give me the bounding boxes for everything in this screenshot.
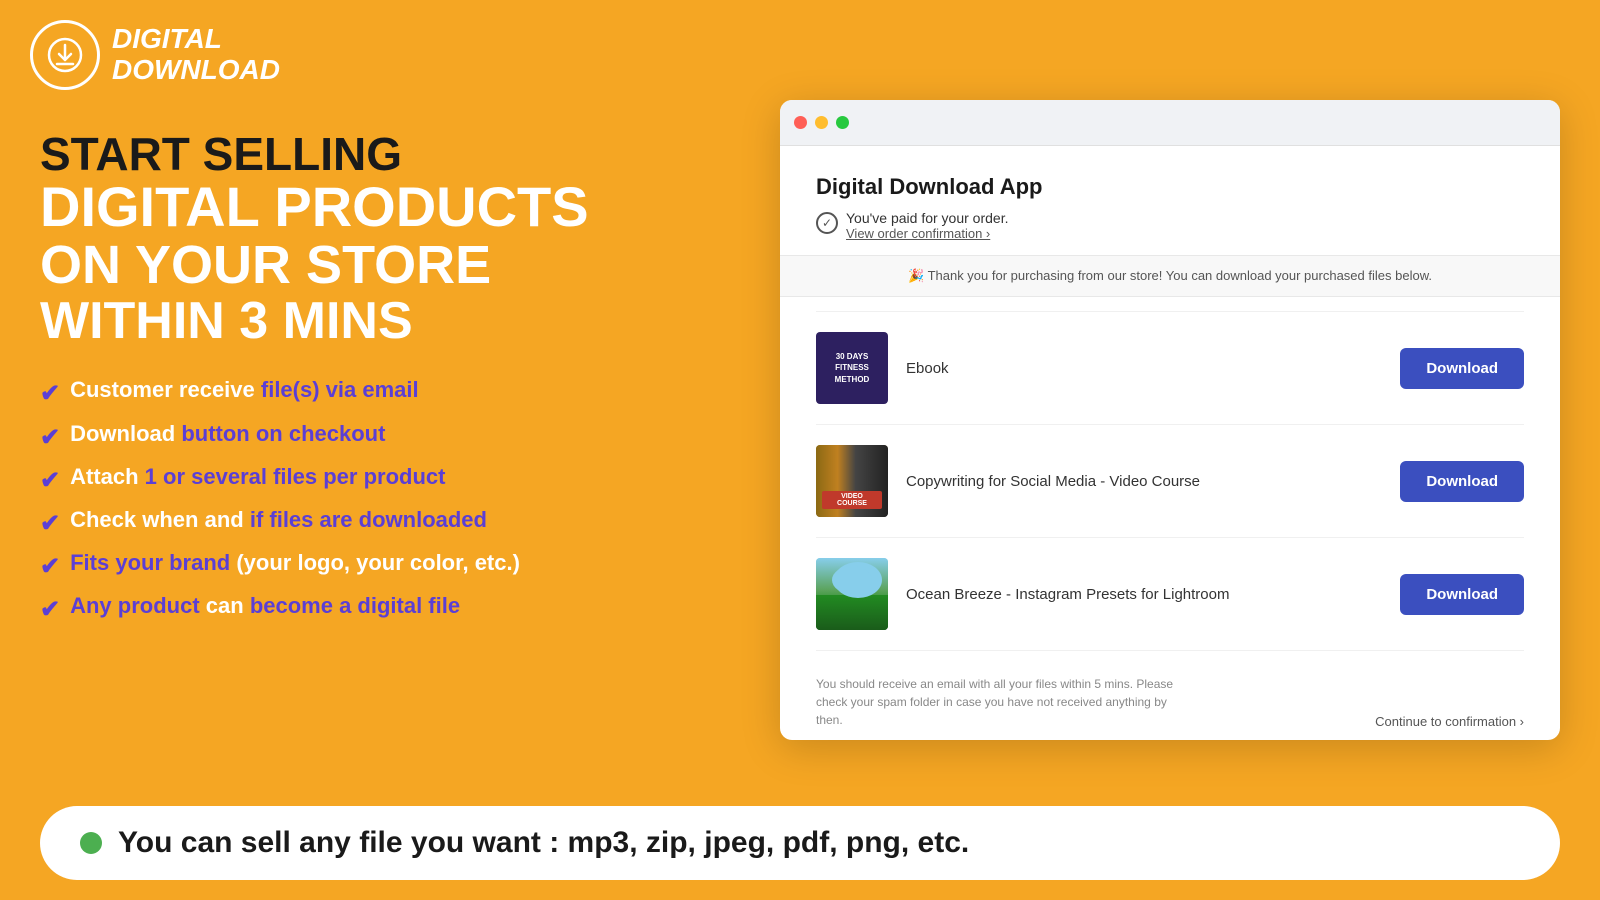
logo-text: DIGITAL DOWNLOAD [112, 24, 280, 86]
product-name-3: Ocean Breeze - Instagram Presets for Lig… [906, 586, 1382, 603]
order-check-icon [816, 212, 838, 234]
app-content: Digital Download App You've paid for you… [780, 146, 1560, 740]
check-icon-1: ✔ [40, 378, 60, 409]
product-row-2: VIDEO COURSE Copywriting for Social Medi… [816, 425, 1524, 538]
product-thumb-video: VIDEO COURSE [816, 445, 888, 517]
browser-mockup: Digital Download App You've paid for you… [780, 100, 1560, 740]
footer-area: You should receive an email with all you… [816, 655, 1524, 729]
order-status: You've paid for your order. View order c… [816, 210, 1524, 241]
headline-line4: WITHIN 3 MINS [40, 294, 620, 349]
feature-item-6: ✔ Any product can become a digital file [40, 592, 620, 625]
browser-dot-green[interactable] [836, 116, 849, 129]
browser-dot-red[interactable] [794, 116, 807, 129]
thank-you-banner: 🎉 Thank you for purchasing from our stor… [780, 255, 1560, 297]
product-name-2: Copywriting for Social Media - Video Cou… [906, 473, 1382, 490]
headline-line2: DIGITAL PRODUCTS [40, 178, 620, 237]
product-thumb-nature [816, 558, 888, 630]
feature-item-4: ✔ Check when and if files are downloaded [40, 506, 620, 539]
check-icon-3: ✔ [40, 465, 60, 496]
feature-item-1: ✔ Customer receive file(s) via email [40, 376, 620, 409]
headline-line1: START SELLING [40, 130, 620, 178]
features-list: ✔ Customer receive file(s) via email ✔ D… [40, 376, 620, 625]
paid-text: You've paid for your order. [846, 210, 1008, 226]
browser-bar [780, 100, 1560, 146]
download-button-3[interactable]: Download [1400, 574, 1524, 615]
download-button-1[interactable]: Download [1400, 348, 1524, 389]
browser-dot-yellow[interactable] [815, 116, 828, 129]
logo-area: DIGITAL DOWNLOAD [30, 20, 280, 90]
confirm-link[interactable]: View order confirmation › [846, 226, 1008, 241]
check-icon-5: ✔ [40, 551, 60, 582]
product-row-1: 30 DAYS FITNESS METHOD Ebook Download [816, 311, 1524, 425]
product-row-3: Ocean Breeze - Instagram Presets for Lig… [816, 538, 1524, 651]
product-name-1: Ebook [906, 360, 1382, 377]
product-list: 30 DAYS FITNESS METHOD Ebook Download VI… [816, 311, 1524, 651]
green-dot-icon [80, 832, 102, 854]
feature-item-5: ✔ Fits your brand (your logo, your color… [40, 549, 620, 582]
left-content: START SELLING DIGITAL PRODUCTS ON YOUR S… [40, 130, 620, 626]
headline: START SELLING DIGITAL PRODUCTS ON YOUR S… [40, 130, 620, 348]
app-title: Digital Download App [816, 174, 1524, 200]
feature-item-3: ✔ Attach 1 or several files per product [40, 463, 620, 496]
order-text-block: You've paid for your order. View order c… [846, 210, 1008, 241]
footer-note: You should receive an email with all you… [816, 675, 1196, 729]
bottom-banner: You can sell any file you want : mp3, zi… [40, 806, 1560, 880]
check-icon-2: ✔ [40, 422, 60, 453]
logo-line2: DOWNLOAD [112, 54, 280, 85]
download-button-2[interactable]: Download [1400, 461, 1524, 502]
logo-icon [30, 20, 100, 90]
check-icon-4: ✔ [40, 508, 60, 539]
logo-line1: DIGITAL [112, 23, 222, 54]
product-thumb-ebook: 30 DAYS FITNESS METHOD [816, 332, 888, 404]
continue-link[interactable]: Continue to confirmation › [1375, 714, 1524, 729]
headline-line3: ON YOUR STORE [40, 237, 620, 294]
bottom-banner-text: You can sell any file you want : mp3, zi… [118, 826, 969, 860]
check-icon-6: ✔ [40, 594, 60, 625]
feature-item-2: ✔ Download button on checkout [40, 420, 620, 453]
